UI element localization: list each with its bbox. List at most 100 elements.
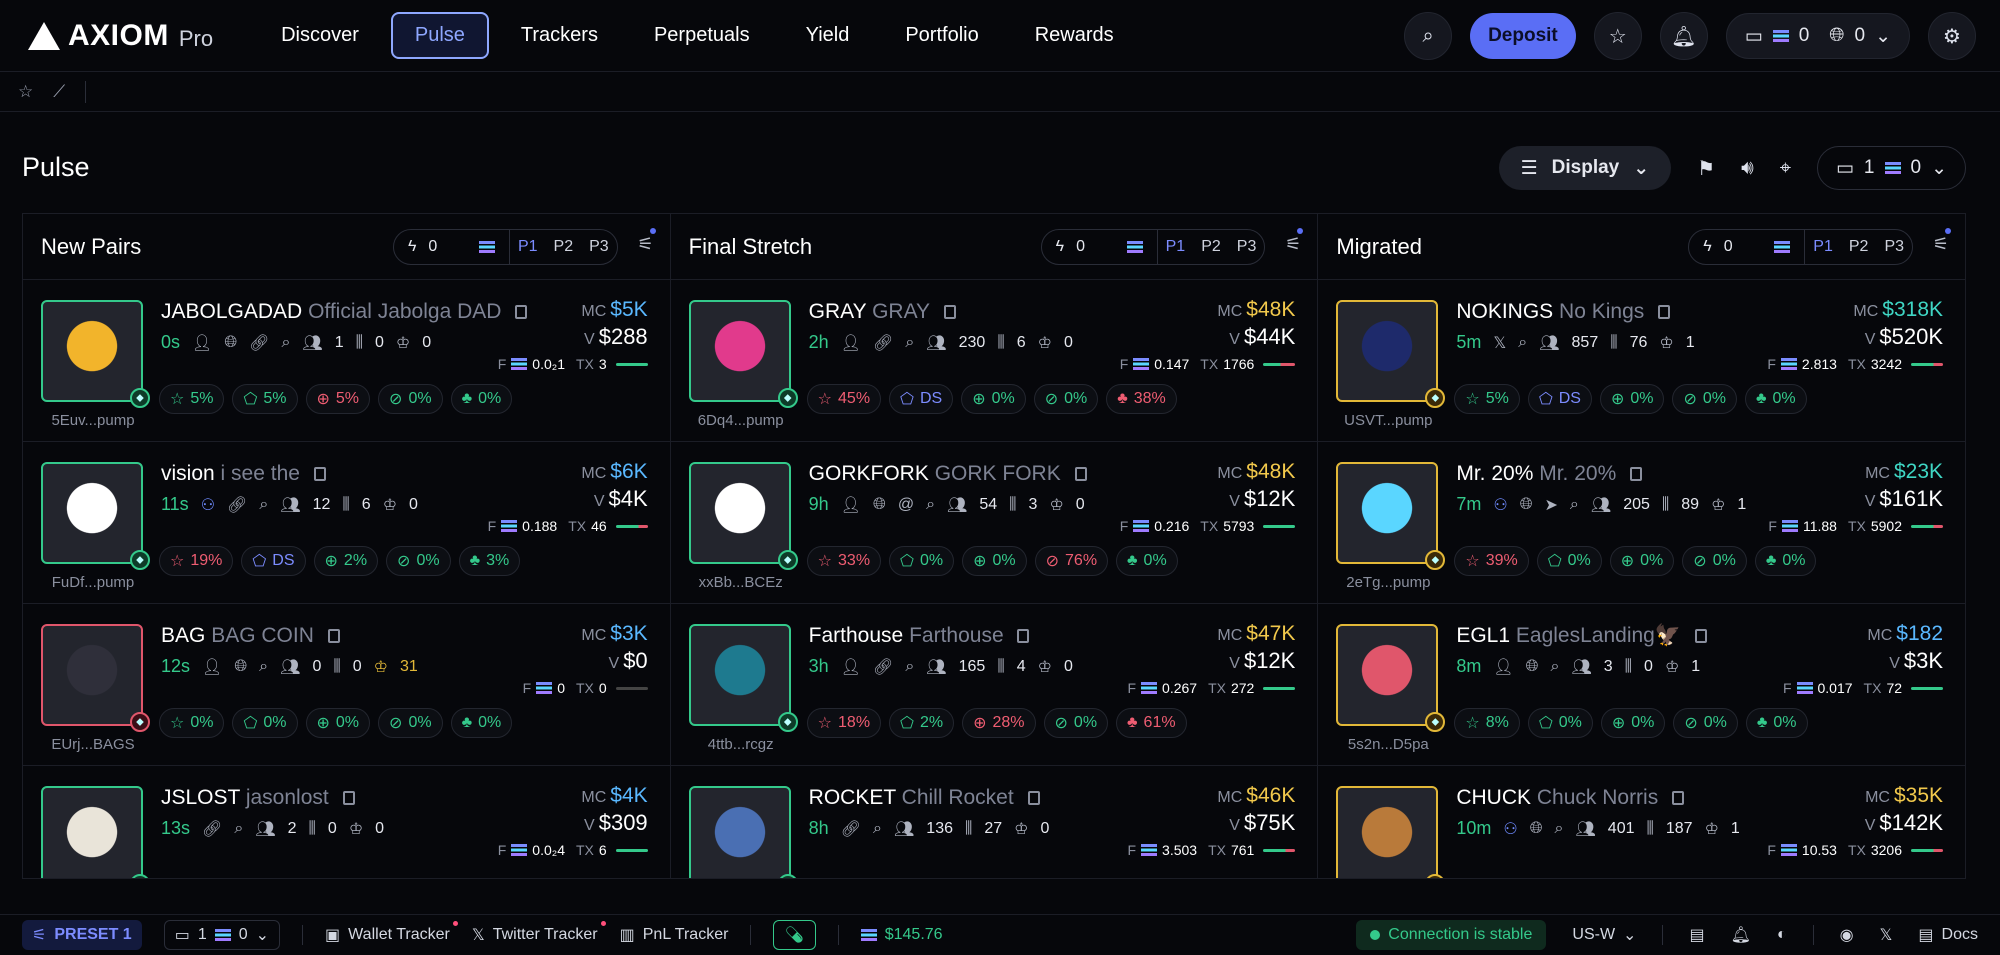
token-address[interactable]: FuDf...pump bbox=[41, 574, 145, 591]
star-icon[interactable]: ☆ bbox=[18, 82, 33, 102]
volume-icon[interactable]: 🔊︎ bbox=[1741, 157, 1754, 180]
token-image[interactable] bbox=[688, 462, 791, 564]
token-card[interactable]: ⬥ CHUCK Chuck Norris 10m ⚇🌐︎⌕ 👥︎ 401 ⫼ 1… bbox=[1318, 766, 1965, 878]
token-address[interactable]: 6Dq4...pump bbox=[689, 412, 793, 429]
search-icon[interactable]: ⌕ bbox=[1518, 334, 1527, 352]
user-icon[interactable]: 👤︎ bbox=[841, 657, 861, 677]
token-address[interactable]: 5s2n...D5pa bbox=[1336, 736, 1440, 753]
quick-buy-box[interactable]: ϟ 0 P1 P2 P3 bbox=[392, 229, 618, 265]
preset-p2[interactable]: P2 bbox=[546, 238, 582, 256]
preset-p3[interactable]: P3 bbox=[1229, 238, 1265, 256]
globe-icon[interactable]: 🌐︎ bbox=[873, 496, 886, 514]
crosshair-settings-icon[interactable]: ⌖ bbox=[1780, 157, 1791, 180]
docs-link[interactable]: ▤ Docs bbox=[1918, 925, 1978, 945]
filter-settings-icon[interactable]: ⚟ bbox=[1285, 234, 1301, 255]
search-icon[interactable]: ⌕ bbox=[1570, 496, 1579, 514]
preset-p1[interactable]: P1 bbox=[510, 238, 546, 256]
account-settings-icon[interactable]: ⚙ bbox=[1928, 12, 1976, 60]
pnl-display[interactable]: $145.76 bbox=[860, 926, 943, 944]
token-card[interactable]: ⬥ ROCKET Chill Rocket 8h 🔗︎⌕ 👥︎ 136 ⫼ 27… bbox=[671, 766, 1318, 878]
search-icon[interactable]: ⌕ bbox=[259, 496, 268, 514]
preset-button[interactable]: ⚟ PRESET 1 bbox=[22, 920, 142, 950]
wallet-tracker-button[interactable]: ▣ Wallet Tracker bbox=[325, 921, 458, 945]
users-icon[interactable]: ⚇ bbox=[201, 495, 215, 515]
twitter-tracker-button[interactable]: 𝕏 Twitter Tracker bbox=[472, 921, 606, 945]
quick-buy-amount[interactable]: ϟ 0 bbox=[1042, 230, 1158, 264]
token-image[interactable] bbox=[1336, 300, 1439, 402]
token-image[interactable] bbox=[41, 300, 143, 402]
token-address[interactable]: USVT...pump bbox=[1336, 412, 1440, 429]
token-image[interactable] bbox=[1336, 786, 1439, 878]
deposit-button[interactable]: Deposit bbox=[1470, 13, 1576, 59]
search-icon[interactable]: ⌕ bbox=[926, 496, 935, 514]
wallet-selector[interactable]: ▭ 1 0 ⌄ bbox=[1816, 146, 1966, 190]
footer-wallet-selector[interactable]: ▭ 1 0 ⌄ bbox=[163, 920, 281, 950]
star-icon[interactable]: ☆ bbox=[1593, 12, 1642, 60]
pnl-tracker-button[interactable]: ▥ PnL Tracker bbox=[620, 925, 729, 945]
copy-icon[interactable] bbox=[1074, 467, 1087, 482]
link-icon[interactable]: 🔗︎ bbox=[841, 819, 861, 839]
token-address[interactable]: 4ttb...rcgz bbox=[689, 736, 793, 753]
user-icon[interactable]: 👤︎ bbox=[841, 495, 861, 515]
filter-settings-icon[interactable]: ⚟ bbox=[638, 234, 654, 255]
region-selector[interactable]: US-W ⌄ bbox=[1572, 925, 1636, 945]
token-address[interactable]: 2eTg...pump bbox=[1336, 574, 1440, 591]
token-card[interactable]: ⬥ EUrj...BAGS BAG BAG COIN 12s 👤︎ 🌐︎ ⌕ 👥︎ … bbox=[23, 604, 670, 766]
search-icon[interactable]: ⌕ bbox=[259, 658, 268, 676]
token-image[interactable] bbox=[1336, 462, 1439, 564]
users-icon[interactable]: ⚇ bbox=[1503, 819, 1517, 839]
preset-p3[interactable]: P3 bbox=[1876, 238, 1912, 256]
filter-settings-icon[interactable]: ⚟ bbox=[1933, 234, 1949, 255]
nav-pulse[interactable]: Pulse bbox=[390, 12, 489, 59]
link-icon[interactable]: 🔗︎ bbox=[202, 819, 222, 839]
link-icon[interactable]: 🔗︎ bbox=[227, 495, 247, 515]
emoji-widget[interactable]: 💊︎ bbox=[773, 920, 816, 950]
nav-trackers[interactable]: Trackers bbox=[497, 12, 622, 59]
link-icon[interactable]: 🔗︎ bbox=[873, 657, 893, 677]
nav-portfolio[interactable]: Portfolio bbox=[881, 12, 1002, 59]
search-icon[interactable]: ⌕ bbox=[873, 820, 882, 838]
link-icon[interactable]: 🔗︎ bbox=[873, 333, 893, 353]
token-card[interactable]: ⬥ xxBb...BCEz GORKFORK GORK FORK 9h 👤︎ 🌐︎… bbox=[670, 442, 1318, 604]
token-card[interactable]: ⬥ JSLOST jasonlost 13s 🔗︎⌕ 👥︎ 2 ⫼ 0 ♔ 0 … bbox=[23, 766, 670, 878]
token-image[interactable] bbox=[688, 786, 791, 878]
copy-icon[interactable] bbox=[1694, 629, 1707, 644]
nav-perpetuals[interactable]: Perpetuals bbox=[630, 12, 774, 59]
link-icon[interactable]: 🔗︎ bbox=[249, 333, 269, 353]
x-icon[interactable]: 𝕏 bbox=[1880, 925, 1893, 945]
discord-icon[interactable]: ◉ bbox=[1840, 925, 1854, 945]
quick-buy-box[interactable]: ϟ 0 P1 P2 P3 bbox=[1040, 229, 1266, 265]
token-image[interactable] bbox=[688, 300, 791, 402]
copy-icon[interactable] bbox=[1027, 791, 1040, 806]
display-button[interactable]: ☰ Display ⌄ bbox=[1498, 146, 1672, 190]
at-icon[interactable]: @ bbox=[898, 496, 914, 514]
quick-buy-amount[interactable]: ϟ 0 bbox=[1689, 230, 1806, 264]
token-card[interactable]: ⬥ FuDf...pump vision i see the 11s ⚇ 🔗︎ ⌕ … bbox=[23, 442, 670, 604]
x-icon[interactable]: 𝕏 bbox=[1493, 333, 1506, 353]
search-icon[interactable]: ⌕ bbox=[905, 334, 914, 352]
wallet-balance-pill[interactable]: ▭ 0 🌐︎ 0 ⌄ bbox=[1725, 13, 1910, 59]
token-image[interactable] bbox=[1336, 624, 1439, 726]
token-address[interactable]: 5Euv...pump bbox=[41, 412, 145, 429]
copy-icon[interactable] bbox=[342, 791, 355, 806]
bell-icon[interactable]: 🔔︎ bbox=[1659, 12, 1708, 60]
users-icon[interactable]: ⚇ bbox=[1493, 495, 1507, 515]
search-icon[interactable]: ⌕ bbox=[905, 658, 914, 676]
globe-icon[interactable]: 🌐︎ bbox=[1520, 496, 1533, 514]
search-icon[interactable]: ⌕ bbox=[1550, 658, 1559, 676]
token-card[interactable]: ⬥ 6Dq4...pump GRAY GRAY 2h 👤︎ 🔗︎ ⌕ 👥︎ 230 … bbox=[670, 280, 1318, 442]
nav-discover[interactable]: Discover bbox=[257, 12, 383, 59]
preset-p2[interactable]: P2 bbox=[1841, 238, 1877, 256]
token-card[interactable]: ⬥ 2eTg...pump Mr. 20% Mr. 20% 7m ⚇ 🌐︎ ➤ ⌕ 👥… bbox=[1318, 442, 1965, 604]
copy-icon[interactable] bbox=[313, 467, 326, 482]
globe-icon[interactable]: 🌐︎ bbox=[1526, 658, 1539, 676]
user-icon[interactable]: 👤︎ bbox=[1493, 657, 1513, 677]
token-image[interactable] bbox=[41, 786, 143, 878]
quick-buy-amount[interactable]: ϟ 0 bbox=[394, 230, 510, 264]
copy-icon[interactable] bbox=[1658, 305, 1671, 320]
nav-yield[interactable]: Yield bbox=[782, 12, 874, 59]
preset-p1[interactable]: P1 bbox=[1805, 238, 1841, 256]
user-icon[interactable]: 👤︎ bbox=[192, 333, 212, 353]
axiom-logo[interactable]: AXIOM Pro bbox=[28, 19, 213, 53]
preset-p2[interactable]: P2 bbox=[1193, 238, 1229, 256]
